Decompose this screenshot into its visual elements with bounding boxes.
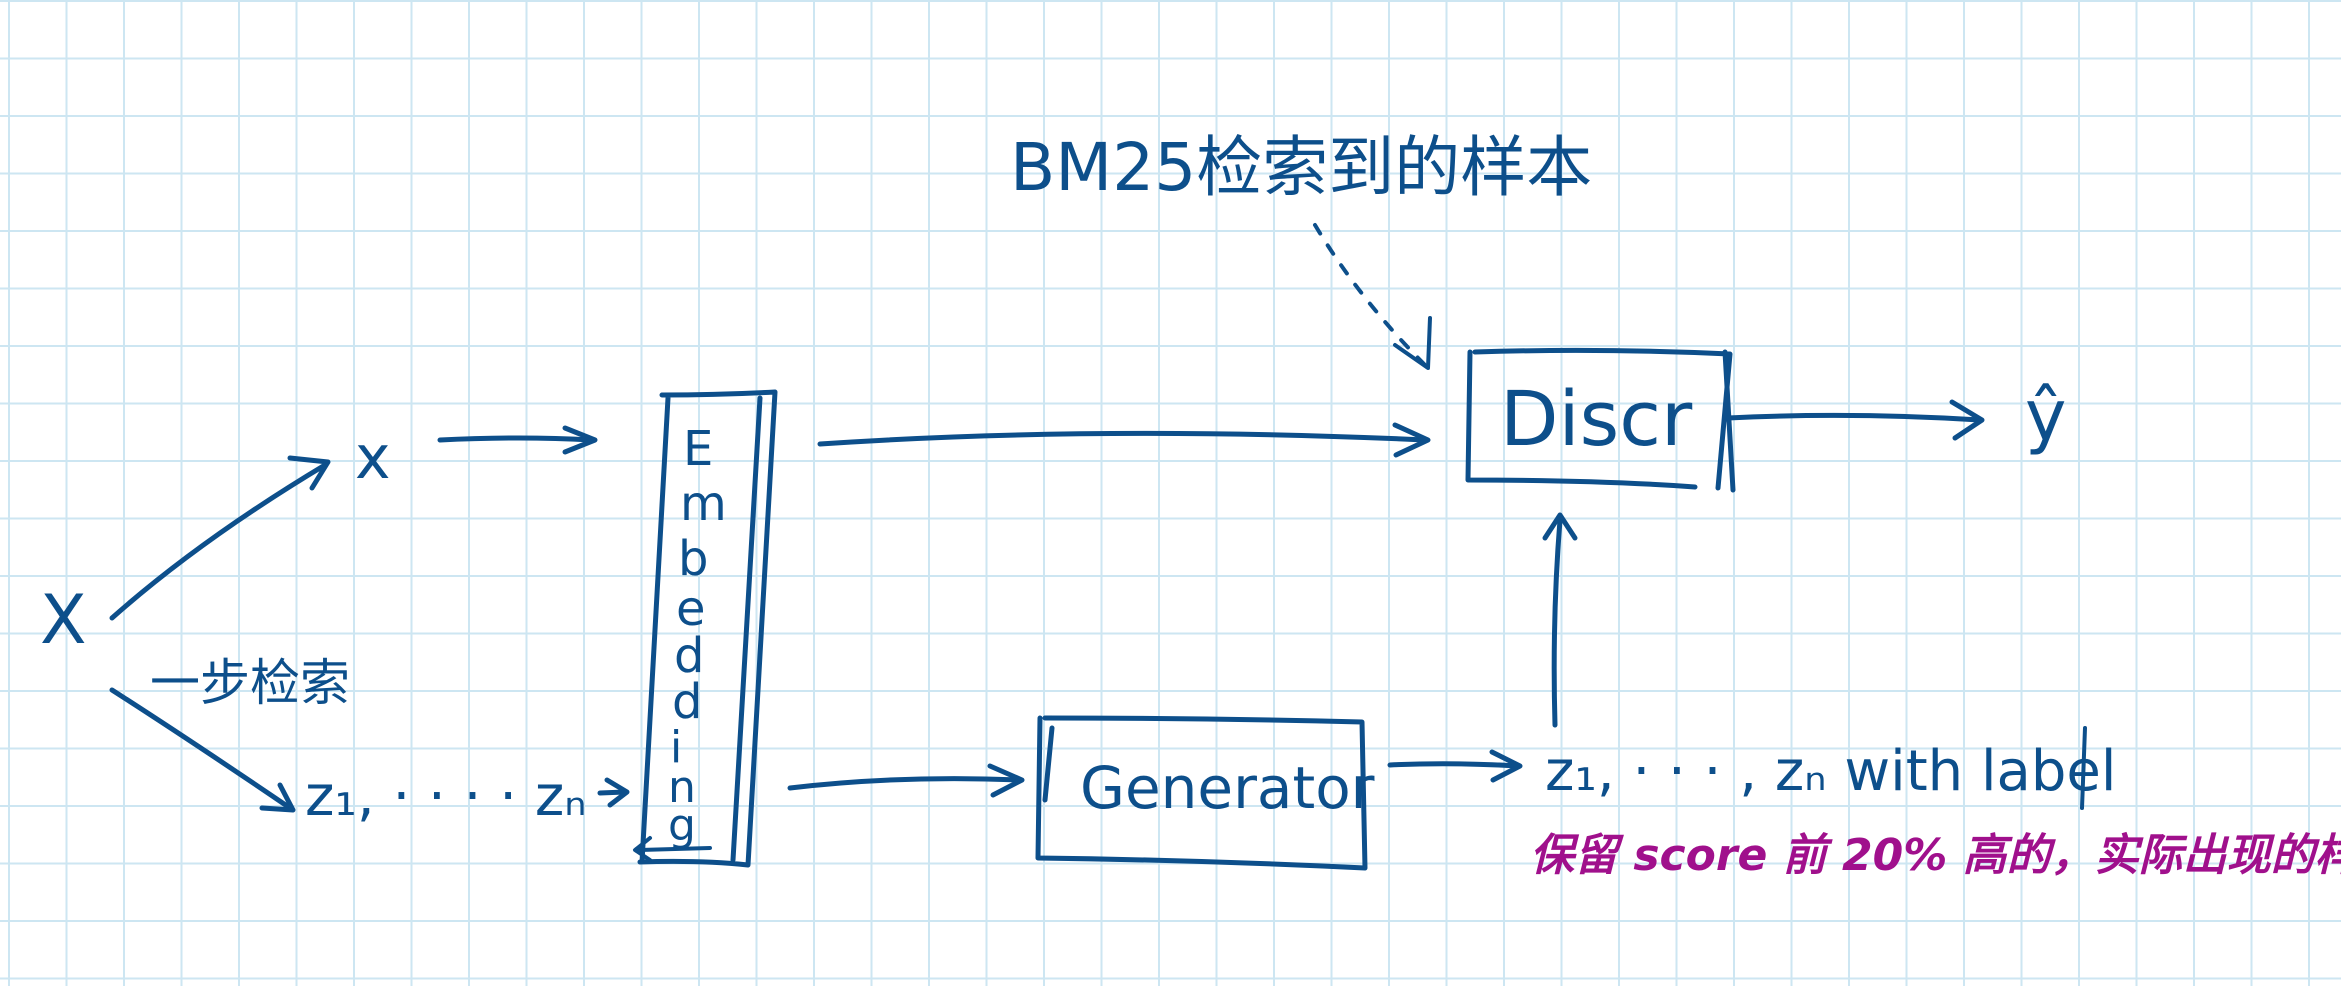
z-sequence-label: z₁, · · · · zₙ (305, 764, 587, 829)
arrow-discr-to-output (1725, 412, 1983, 423)
arrow-z-labeled-to-discr (1551, 517, 1563, 728)
arrow-embedding-to-generator (787, 776, 1023, 791)
bm25-label: BM25检索到的样本 (1010, 129, 1592, 206)
generator-label: Generator (1080, 754, 1375, 822)
bm25-dotted-arrow (1313, 223, 1427, 367)
arrow-embedding-to-discr (817, 430, 1428, 447)
arrow-z-to-embedding (597, 789, 628, 796)
arrow-x-to-embedding (437, 435, 595, 443)
selection-note: 保留 score 前 20% 高的，实际出现的样本。 (1530, 830, 2341, 881)
one-step-retrieval-label: 一步检索 (150, 654, 350, 712)
embedding-letters: E m b e d d i n g (668, 421, 727, 851)
z-with-label-text: z₁, · · · , zₙ with label (1545, 739, 2116, 804)
arrow-generator-to-z-labeled (1387, 761, 1521, 769)
discriminator-label: Discr (1500, 374, 1693, 463)
embedding-letter: b (678, 531, 708, 587)
embedding-letter: E (683, 421, 713, 477)
input-small-x-label: x (355, 423, 391, 493)
embedding-letter: g (668, 800, 696, 851)
arrow-x-to-small-x (109, 462, 328, 621)
input-big-x-label: X (40, 581, 87, 660)
embedding-letter: m (680, 476, 727, 532)
bm25-arrowhead (1393, 316, 1432, 370)
grid-paper-background: BM25检索到的样本 X x 一步检索 z₁, · · · · zₙ E m b… (0, 0, 2341, 986)
output-y-hat-label: ŷ (2025, 375, 2066, 457)
flow-diagram: BM25检索到的样本 X x 一步检索 z₁, · · · · zₙ E m b… (40, 129, 2341, 881)
